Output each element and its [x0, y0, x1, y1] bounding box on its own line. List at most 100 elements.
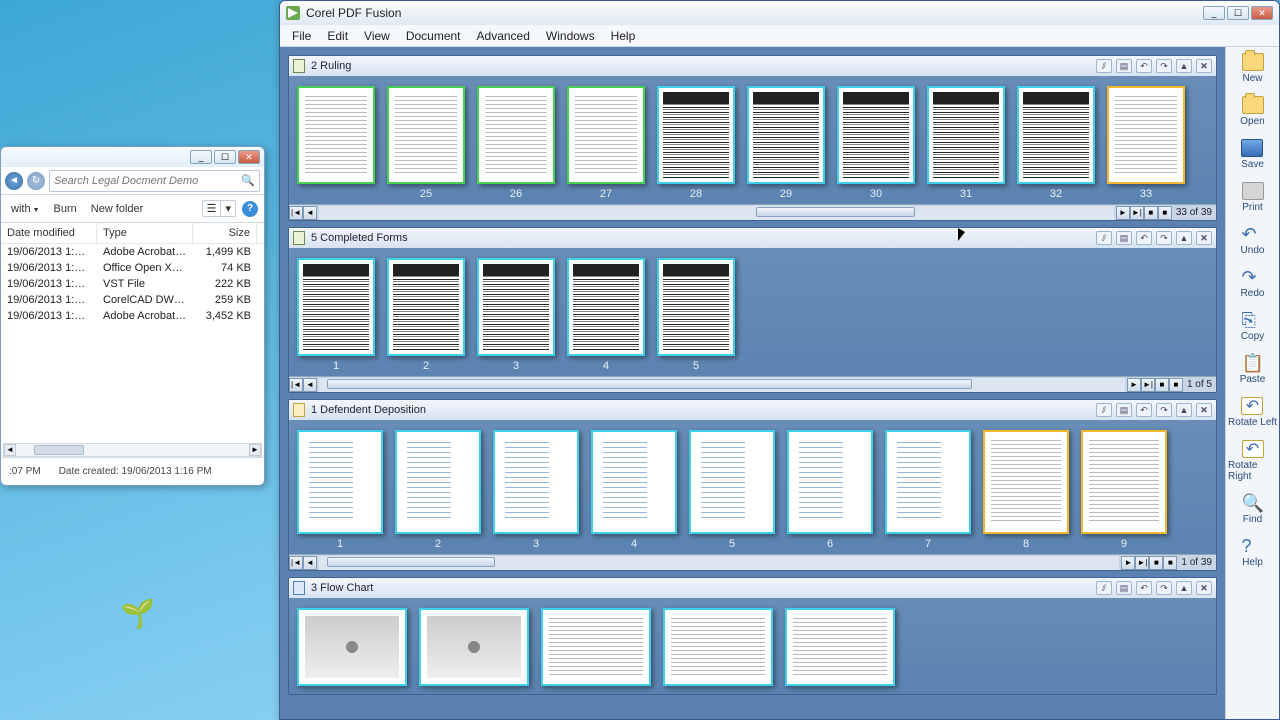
explorer-hscroll[interactable]: ◄ ► — [3, 443, 262, 457]
page-thumb[interactable] — [591, 430, 677, 534]
page-thumb[interactable] — [927, 86, 1005, 184]
thumb-wrap[interactable]: 29 — [747, 86, 825, 200]
page-thumb[interactable] — [297, 86, 375, 184]
panel-rotate-left-icon[interactable]: ↶ — [1136, 231, 1152, 245]
thumb-wrap[interactable] — [297, 86, 375, 200]
panel-close-icon[interactable]: ✕ — [1196, 581, 1212, 595]
thumb-wrap[interactable]: 1 — [297, 258, 375, 372]
nav-extra-2[interactable]: ■ — [1169, 378, 1183, 392]
thumb-wrap[interactable]: 8 — [983, 430, 1069, 550]
file-row[interactable]: 19/06/2013 1:07 PMVST File222 KB — [1, 276, 264, 292]
next-page-icon[interactable]: ► — [1116, 206, 1130, 220]
col-type[interactable]: Type — [97, 223, 193, 243]
thumb-wrap[interactable]: 28 — [657, 86, 735, 200]
thumb-wrap[interactable]: 27 — [567, 86, 645, 200]
toolbar-with[interactable]: with▼ — [7, 201, 44, 217]
page-thumb[interactable] — [297, 608, 407, 686]
thumb-wrap[interactable]: 2 — [395, 430, 481, 550]
menu-edit[interactable]: Edit — [321, 27, 354, 45]
thumb-wrap[interactable]: 6 — [787, 430, 873, 550]
scroll-thumb[interactable] — [327, 379, 972, 389]
side-rotate-right[interactable]: Rotate Right — [1228, 440, 1277, 482]
side-new[interactable]: New — [1242, 53, 1264, 84]
search-icon[interactable]: 🔍 — [241, 174, 255, 187]
panel-rotate-left-icon[interactable]: ↶ — [1136, 403, 1152, 417]
panel-tool-1[interactable]: ⫽ — [1096, 59, 1112, 73]
panel-rotate-right-icon[interactable]: ↷ — [1156, 403, 1172, 417]
minimize-button[interactable]: _ — [190, 150, 212, 164]
page-thumb[interactable] — [419, 608, 529, 686]
panel-close-icon[interactable]: ✕ — [1196, 231, 1212, 245]
panel-rotate-left-icon[interactable]: ↶ — [1136, 581, 1152, 595]
app-maximize-button[interactable]: ☐ — [1227, 6, 1249, 20]
page-thumb[interactable] — [395, 430, 481, 534]
toolbar-view[interactable]: ☰▾ — [202, 200, 236, 217]
thumb-wrap[interactable]: 7 — [885, 430, 971, 550]
nav-back-icon[interactable]: ◄ — [5, 172, 23, 190]
panel-scrollbar[interactable]: |◄◄ ►►|■■ 33 of 39 — [289, 204, 1216, 220]
nav-refresh-icon[interactable]: ↻ — [27, 172, 45, 190]
next-page-icon[interactable]: ► — [1127, 378, 1141, 392]
thumb-wrap[interactable]: 4 — [567, 258, 645, 372]
first-page-icon[interactable]: |◄ — [289, 206, 303, 220]
panel-tool-2[interactable]: ▤ — [1116, 59, 1132, 73]
panel-scrollbar[interactable]: |◄◄ ►►|■■ 1 of 39 — [289, 554, 1216, 570]
thumb-wrap[interactable]: 3 — [477, 258, 555, 372]
panel-rotate-right-icon[interactable]: ↷ — [1156, 59, 1172, 73]
thumb-wrap[interactable]: 33 — [1107, 86, 1185, 200]
toolbar-new-folder[interactable]: New folder — [87, 201, 148, 217]
page-thumb[interactable] — [387, 86, 465, 184]
page-thumb[interactable] — [493, 430, 579, 534]
page-thumb[interactable] — [297, 430, 383, 534]
menu-view[interactable]: View — [358, 27, 396, 45]
panel-tool-2[interactable]: ▤ — [1116, 231, 1132, 245]
page-thumb[interactable] — [541, 608, 651, 686]
page-thumb[interactable] — [1081, 430, 1167, 534]
next-page-icon[interactable]: ► — [1121, 556, 1135, 570]
thumb-wrap[interactable]: 26 — [477, 86, 555, 200]
page-thumb[interactable] — [1017, 86, 1095, 184]
page-thumb[interactable] — [787, 430, 873, 534]
last-page-icon[interactable]: ►| — [1135, 556, 1149, 570]
file-row[interactable]: 19/06/2013 1:07 PMCorelCAD DWG Dr...259 … — [1, 292, 264, 308]
panel-close-icon[interactable]: ✕ — [1196, 59, 1212, 73]
nav-extra-2[interactable]: ■ — [1158, 206, 1172, 220]
panel-collapse-icon[interactable]: ▲ — [1176, 403, 1192, 417]
page-thumb[interactable] — [983, 430, 1069, 534]
panel-close-icon[interactable]: ✕ — [1196, 403, 1212, 417]
page-thumb[interactable] — [657, 86, 735, 184]
side-help[interactable]: ?Help — [1242, 537, 1264, 568]
page-thumb[interactable] — [477, 258, 555, 356]
thumb-wrap[interactable]: 5 — [689, 430, 775, 550]
menu-advanced[interactable]: Advanced — [471, 27, 536, 45]
side-rotate-left[interactable]: Rotate Left — [1228, 397, 1277, 428]
panel-tool-2[interactable]: ▤ — [1116, 581, 1132, 595]
nav-extra-1[interactable]: ■ — [1149, 556, 1163, 570]
scroll-thumb[interactable] — [34, 445, 84, 455]
first-page-icon[interactable]: |◄ — [289, 378, 303, 392]
prev-page-icon[interactable]: ◄ — [303, 206, 317, 220]
page-thumb[interactable] — [657, 258, 735, 356]
thumb-wrap[interactable]: 9 — [1081, 430, 1167, 550]
scroll-thumb[interactable] — [327, 557, 495, 567]
page-thumb[interactable] — [837, 86, 915, 184]
page-thumb[interactable] — [477, 86, 555, 184]
thumb-wrap[interactable]: 25 — [387, 86, 465, 200]
panel-tool-2[interactable]: ▤ — [1116, 403, 1132, 417]
file-row[interactable]: 19/06/2013 1:07 PMAdobe Acrobat D...3,45… — [1, 308, 264, 324]
thumb-wrap[interactable]: 1 — [297, 430, 383, 550]
file-row[interactable]: 19/06/2013 1:07 PMOffice Open XML ...74 … — [1, 260, 264, 276]
page-thumb[interactable] — [1107, 86, 1185, 184]
search-input[interactable] — [54, 175, 241, 187]
page-thumb[interactable] — [689, 430, 775, 534]
panel-tool-1[interactable]: ⫽ — [1096, 403, 1112, 417]
file-row[interactable]: 19/06/2013 1:07 PMAdobe Acrobat D...1,49… — [1, 244, 264, 260]
side-open[interactable]: Open — [1240, 96, 1264, 127]
app-minimize-button[interactable]: _ — [1203, 6, 1225, 20]
thumb-wrap[interactable]: 2 — [387, 258, 465, 372]
scroll-left-icon[interactable]: ◄ — [4, 444, 16, 456]
maximize-button[interactable]: ☐ — [214, 150, 236, 164]
col-size[interactable]: Size — [193, 223, 257, 243]
side-save[interactable]: Save — [1241, 139, 1264, 170]
search-box[interactable]: 🔍 — [49, 170, 260, 192]
